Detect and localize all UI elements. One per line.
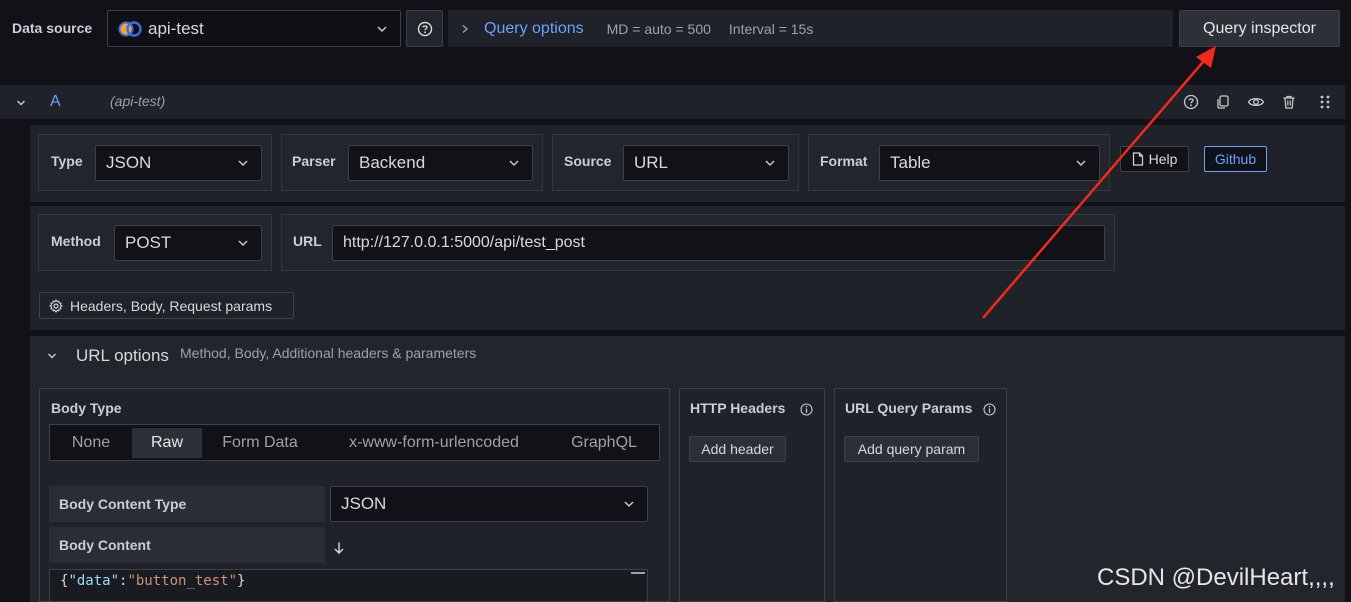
url-value: http://127.0.0.1:5000/api/test_post bbox=[343, 234, 585, 251]
body-content-label: Body Content bbox=[59, 537, 151, 553]
type-label: Type bbox=[51, 153, 83, 169]
url-options-title[interactable]: URL options bbox=[76, 346, 169, 366]
chevron-down-icon[interactable] bbox=[46, 350, 58, 362]
copy-icon[interactable] bbox=[1215, 94, 1231, 110]
arrow-down-icon[interactable] bbox=[333, 541, 345, 555]
info-circle-icon[interactable] bbox=[800, 403, 813, 416]
query-options-bar[interactable]: Query options MD = auto = 500 Interval =… bbox=[448, 10, 1173, 47]
chevron-down-icon bbox=[624, 501, 634, 508]
method-label: Method bbox=[51, 233, 101, 249]
chevron-down-icon bbox=[509, 160, 519, 167]
chevron-right-icon bbox=[462, 24, 469, 33]
code-key: "data" bbox=[68, 573, 120, 589]
chevron-down-icon bbox=[238, 240, 248, 247]
format-label: Format bbox=[820, 153, 868, 169]
watermark-text: CSDN @DevilHeart,,,, bbox=[1097, 564, 1335, 591]
document-icon bbox=[1132, 152, 1143, 166]
url-options-subtitle: Method, Body, Additional headers & param… bbox=[180, 345, 477, 361]
http-headers-label: HTTP Headers bbox=[690, 400, 786, 416]
query-inspector-button[interactable]: Query inspector bbox=[1179, 10, 1340, 47]
http-headers-panel bbox=[679, 388, 825, 602]
body-tab-graphql[interactable]: GraphQL bbox=[558, 428, 650, 458]
parser-value: Backend bbox=[359, 153, 426, 172]
url-label: URL bbox=[293, 233, 322, 249]
query-ref-id[interactable]: A bbox=[50, 93, 61, 111]
source-label: Source bbox=[564, 153, 612, 169]
headers-body-params-label: Headers, Body, Request params bbox=[70, 297, 273, 314]
method-value: POST bbox=[125, 233, 172, 252]
help-button[interactable]: Help bbox=[1120, 146, 1189, 172]
panel-divider bbox=[30, 202, 1345, 206]
tab-label: x-www-form-urlencoded bbox=[349, 434, 519, 451]
datasource-logo-icon bbox=[118, 20, 142, 37]
type-select[interactable]: JSON bbox=[95, 145, 262, 181]
data-source-label: Data source bbox=[12, 20, 93, 36]
query-row-gutter bbox=[0, 119, 30, 602]
help-label: Help bbox=[1148, 151, 1178, 167]
body-content-label-box: Body Content bbox=[49, 527, 325, 563]
source-select[interactable]: URL bbox=[623, 145, 789, 181]
gear-icon bbox=[49, 298, 63, 313]
tab-label: GraphQL bbox=[571, 434, 637, 451]
query-params-label: URL Query Params bbox=[845, 400, 973, 416]
chevron-down-icon bbox=[765, 160, 775, 167]
body-content-type-select[interactable]: JSON bbox=[330, 486, 648, 522]
url-input[interactable]: http://127.0.0.1:5000/api/test_post bbox=[332, 225, 1105, 261]
query-params-panel bbox=[834, 388, 1007, 602]
query-inspector-label: Query inspector bbox=[1203, 19, 1316, 37]
tab-label: None bbox=[71, 434, 111, 451]
add-query-param-button[interactable]: Add query param bbox=[844, 436, 979, 462]
editor-scrollbar[interactable] bbox=[631, 572, 645, 574]
query-datasource-hint: (api-test) bbox=[110, 93, 166, 109]
body-type-tabs: None Raw Form Data x-www-form-urlencoded… bbox=[49, 424, 660, 461]
add-query-param-label: Add query param bbox=[857, 441, 966, 457]
body-type-label: Body Type bbox=[51, 400, 122, 416]
tab-label: Raw bbox=[150, 434, 183, 451]
eye-icon[interactable] bbox=[1247, 94, 1265, 110]
data-source-select[interactable]: api-test bbox=[107, 10, 401, 47]
body-tab-urlencoded[interactable]: x-www-form-urlencoded bbox=[326, 428, 542, 458]
code-value: "button_test" bbox=[127, 573, 238, 589]
tab-label: Form Data bbox=[222, 434, 298, 451]
body-content-type-value: JSON bbox=[341, 494, 387, 513]
chevron-down-icon bbox=[377, 25, 387, 32]
github-button[interactable]: Github bbox=[1204, 146, 1267, 172]
trash-icon[interactable] bbox=[1281, 94, 1297, 110]
parser-label: Parser bbox=[292, 153, 336, 169]
query-row-header: A (api-test) bbox=[0, 85, 1345, 119]
chevron-down-icon bbox=[1076, 160, 1086, 167]
format-value: Table bbox=[890, 153, 931, 172]
data-source-value: api-test bbox=[148, 18, 204, 38]
body-tab-none[interactable]: None bbox=[50, 428, 132, 458]
chevron-down-icon[interactable] bbox=[15, 97, 27, 109]
question-circle-icon bbox=[417, 21, 432, 36]
format-select[interactable]: Table bbox=[879, 145, 1100, 181]
max-data-points-text: MD = auto = 500 bbox=[606, 20, 711, 37]
body-tab-raw[interactable]: Raw bbox=[132, 428, 202, 458]
method-select[interactable]: POST bbox=[114, 225, 262, 261]
parser-select[interactable]: Backend bbox=[348, 145, 533, 181]
body-content-type-label-box: Body Content Type bbox=[49, 486, 325, 522]
query-options-label[interactable]: Query options bbox=[484, 20, 584, 38]
add-header-button[interactable]: Add header bbox=[689, 436, 786, 462]
code-brace-close: } bbox=[237, 573, 246, 589]
interval-text: Interval = 15s bbox=[728, 20, 814, 37]
drag-handle-icon[interactable] bbox=[1319, 94, 1331, 110]
datasource-help-button[interactable] bbox=[406, 10, 443, 47]
type-value: JSON bbox=[106, 153, 152, 172]
add-header-label: Add header bbox=[701, 441, 774, 457]
body-tab-form-data[interactable]: Form Data bbox=[210, 428, 310, 458]
headers-body-params-button[interactable]: Headers, Body, Request params bbox=[39, 292, 294, 319]
chevron-down-icon bbox=[238, 160, 248, 167]
github-label: Github bbox=[1214, 151, 1257, 167]
body-code-editor[interactable]: {"data":"button_test"} bbox=[49, 569, 648, 602]
body-content-type-label: Body Content Type bbox=[59, 496, 187, 512]
info-circle-icon[interactable] bbox=[983, 403, 996, 416]
source-value: URL bbox=[634, 153, 669, 172]
question-circle-icon[interactable] bbox=[1183, 94, 1199, 110]
